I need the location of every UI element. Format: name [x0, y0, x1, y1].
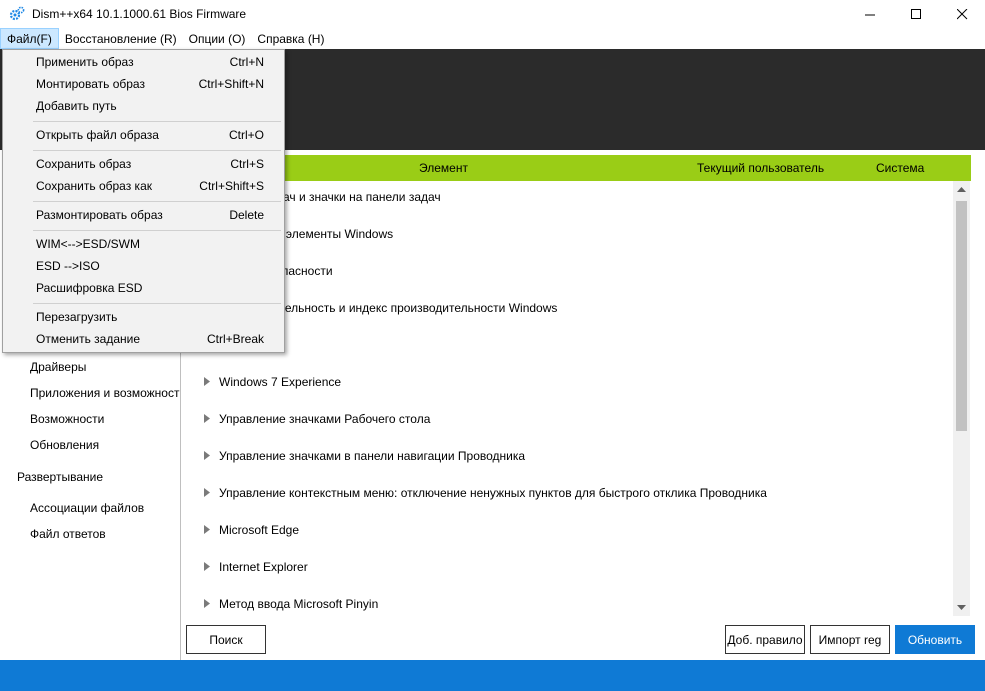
menu-item-restart[interactable]: Перезагрузить	[3, 306, 284, 328]
sidebar-item-apps[interactable]: Приложения и возможности	[30, 386, 180, 400]
scroll-thumb[interactable]	[956, 201, 967, 431]
menu-item-save-image-as[interactable]: Сохранить образ как Ctrl+Shift+S	[3, 175, 284, 197]
menu-item-wim-esd-swm[interactable]: WIM<-->ESD/SWM	[3, 233, 284, 255]
column-header-current-user[interactable]: Текущий пользователь	[697, 161, 824, 175]
vertical-scrollbar[interactable]	[953, 181, 970, 616]
chevron-right-icon	[202, 599, 212, 608]
menu-item-save-image[interactable]: Сохранить образ Ctrl+S	[3, 153, 284, 175]
list-item[interactable]: Windows 7 Experience	[181, 363, 953, 400]
list-item[interactable]: Управление значками в панели навигации П…	[181, 437, 953, 474]
chevron-right-icon	[202, 562, 212, 571]
import-reg-button[interactable]: Импорт reg	[810, 625, 890, 654]
file-menu-dropdown: Применить образ Ctrl+N Монтировать образ C…	[2, 49, 285, 353]
scroll-down-button[interactable]	[953, 599, 970, 616]
chevron-right-icon	[202, 377, 212, 386]
menu-item-unmount-image[interactable]: Размонтировать образ Delete	[3, 204, 284, 226]
list-item[interactable]: Центр безопасности	[181, 252, 953, 289]
chevron-right-icon	[202, 488, 212, 497]
list-item[interactable]: Производительность и индекс производител…	[181, 289, 953, 326]
close-button[interactable]	[939, 0, 985, 28]
close-icon	[956, 8, 967, 19]
column-header-system[interactable]: Система	[876, 161, 924, 175]
minimize-icon	[864, 14, 875, 15]
status-bar	[0, 660, 985, 691]
sidebar-item-features[interactable]: Возможности	[30, 412, 104, 426]
chevron-down-icon	[957, 605, 966, 610]
sidebar-group-deployment[interactable]: Развертывание	[17, 470, 103, 484]
list-item[interactable]: Метод ввода Microsoft Pinyin	[181, 585, 953, 616]
maximize-icon	[910, 8, 921, 19]
minimize-button[interactable]	[847, 0, 893, 28]
menu-item-add-path[interactable]: Добавить путь	[3, 95, 284, 117]
menu-separator	[33, 303, 281, 304]
sidebar-item-answer-file[interactable]: Файл ответов	[30, 527, 106, 541]
menu-item-open-image-file[interactable]: Открыть файл образа Ctrl+O	[3, 124, 284, 146]
sidebar-item-drivers[interactable]: Драйверы	[30, 360, 86, 374]
tweak-list: Панель задач и значки на панели задач Си…	[181, 181, 953, 616]
list-item[interactable]	[181, 326, 953, 363]
chevron-up-icon	[957, 187, 966, 192]
window-title: Dism++x64 10.1.1000.61 Bios Firmware	[32, 7, 247, 21]
menu-bar: Файл(F) Восстановление (R) Опции (O) Спр…	[0, 28, 985, 49]
menu-file[interactable]: Файл(F)	[0, 28, 59, 49]
content-area: Элемент Текущий пользователь Система Пан…	[181, 150, 985, 660]
menu-separator	[33, 121, 281, 122]
menu-separator	[33, 150, 281, 151]
menu-item-cancel-task[interactable]: Отменить задание Ctrl+Break	[3, 328, 284, 350]
gear-icon	[8, 5, 26, 23]
menu-item-decrypt-esd[interactable]: Расшифровка ESD	[3, 277, 284, 299]
column-header-element[interactable]: Элемент	[419, 161, 468, 175]
list-item[interactable]: Системные элементы Windows	[181, 215, 953, 252]
list-item[interactable]: Управление значками Рабочего стола	[181, 400, 953, 437]
refresh-button[interactable]: Обновить	[895, 625, 975, 654]
menu-item-apply-image[interactable]: Применить образ Ctrl+N	[3, 51, 284, 73]
list-item[interactable]: Microsoft Edge	[181, 511, 953, 548]
menu-item-mount-image[interactable]: Монтировать образ Ctrl+Shift+N	[3, 73, 284, 95]
chevron-right-icon	[202, 451, 212, 460]
sidebar-item-file-associations[interactable]: Ассоциации файлов	[30, 501, 144, 515]
menu-separator	[33, 201, 281, 202]
search-button[interactable]: Поиск	[186, 625, 266, 654]
table-header: Элемент Текущий пользователь Система	[181, 155, 971, 181]
scroll-up-button[interactable]	[953, 181, 970, 198]
menu-help[interactable]: Справка (H)	[251, 28, 330, 49]
add-rule-button[interactable]: Доб. правило	[725, 625, 805, 654]
list-item[interactable]: Internet Explorer	[181, 548, 953, 585]
list-item[interactable]: Управление контекстным меню: отключение …	[181, 474, 953, 511]
sidebar-item-updates[interactable]: Обновления	[30, 438, 99, 452]
menu-restore[interactable]: Восстановление (R)	[59, 28, 183, 49]
chevron-right-icon	[202, 414, 212, 423]
menu-separator	[33, 230, 281, 231]
menu-options[interactable]: Опции (O)	[183, 28, 252, 49]
title-bar: Dism++x64 10.1.1000.61 Bios Firmware	[0, 0, 985, 28]
chevron-right-icon	[202, 525, 212, 534]
list-item[interactable]: Панель задач и значки на панели задач	[181, 181, 953, 215]
menu-item-esd-iso[interactable]: ESD -->ISO	[3, 255, 284, 277]
maximize-button[interactable]	[893, 0, 939, 28]
